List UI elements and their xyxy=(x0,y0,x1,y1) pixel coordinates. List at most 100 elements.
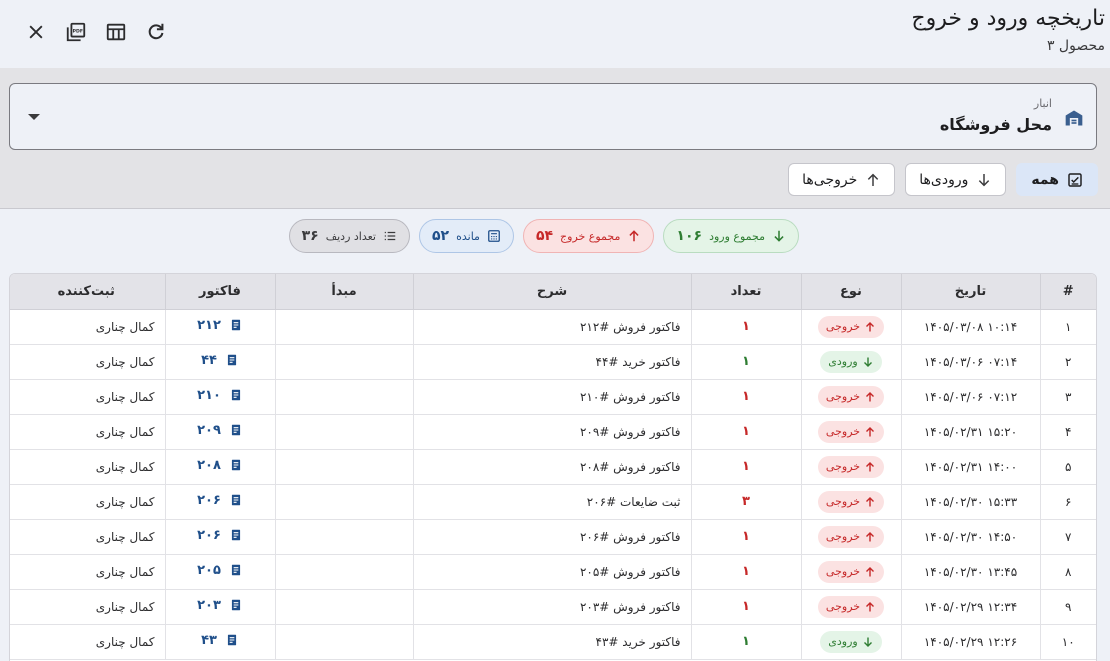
filter-out-label: خروجی‌ها xyxy=(802,171,858,188)
table-row[interactable]: ۸ ۱۳:۴۵ ۱۴۰۵/۰۲/۳۰ خروجی ۱ فاکتور فروش #۲۰۵ ۲… xyxy=(10,554,1096,590)
cell-index: ۵ xyxy=(1039,449,1096,485)
table-row[interactable]: ۷ ۱۴:۵۰ ۱۴۰۵/۰۲/۳۰ خروجی ۱ فاکتور فروش #۲۰۶ ۲… xyxy=(10,519,1096,555)
type-badge-label: خروجی xyxy=(825,565,861,578)
cell-invoice: ۲۱۰ xyxy=(164,379,275,415)
close-button[interactable] xyxy=(16,18,56,46)
cell-user: کمال چناری xyxy=(10,379,165,415)
receipt-icon xyxy=(227,355,237,366)
invoice-link[interactable]: ۲۰۳ xyxy=(197,598,243,613)
filter-out-button[interactable]: خروجی‌ها xyxy=(788,163,896,196)
calculator-icon xyxy=(488,230,500,242)
cell-qty: ۳ xyxy=(690,484,801,520)
cell-origin xyxy=(274,414,413,450)
cell-index: ۶ xyxy=(1039,484,1096,520)
refresh-icon xyxy=(148,23,164,40)
row-count-label: تعداد ردیف xyxy=(325,229,376,243)
column-header-type[interactable]: نوع xyxy=(800,274,901,310)
balance-label: مانده xyxy=(456,229,480,243)
cell-type: ورودی xyxy=(800,624,901,660)
table-row[interactable]: ۱۰ ۱۲:۲۶ ۱۴۰۵/۰۲/۲۹ ورودی ۱ فاکتور خرید #۴۳ ۴… xyxy=(10,624,1096,660)
refresh-button[interactable] xyxy=(136,18,176,46)
chevron-down-icon[interactable] xyxy=(28,114,40,120)
arrow-up-icon xyxy=(866,601,875,611)
invoice-link[interactable]: ۲۰۸ xyxy=(197,458,243,473)
header-toolbar: PDF xyxy=(16,18,176,46)
invoice-link[interactable]: ۲۰۶ xyxy=(197,528,243,543)
column-header-user[interactable]: ثبت‌کننده xyxy=(10,274,165,310)
receipt-icon xyxy=(231,565,240,576)
cell-date: ۰۷:۱۴ ۱۴۰۵/۰۳/۰۶ xyxy=(900,344,1040,380)
cell-user: کمال چناری xyxy=(10,554,165,590)
cell-desc: فاکتور فروش #۲۰۹ xyxy=(412,414,691,450)
arrow-down-icon xyxy=(863,637,872,647)
invoice-number: ۲۰۶ xyxy=(197,527,221,543)
filter-in-button[interactable]: ورودی‌ها xyxy=(905,163,1007,196)
arrow-up-icon xyxy=(866,496,875,506)
table-row[interactable]: ۲ ۰۷:۱۴ ۱۴۰۵/۰۳/۰۶ ورودی ۱ فاکتور خرید #۴۴ ۴۴… xyxy=(10,344,1096,380)
warehouse-icon xyxy=(1065,110,1083,126)
invoice-link[interactable]: ۲۰۹ xyxy=(197,423,243,438)
arrow-up-icon xyxy=(866,566,875,576)
cell-desc: فاکتور فروش #۲۰۸ xyxy=(412,449,691,485)
export-pdf-button[interactable]: PDF xyxy=(56,18,96,46)
column-header-desc[interactable]: شرح xyxy=(412,274,691,310)
cell-index: ۴ xyxy=(1039,414,1096,450)
cell-user: کمال چناری xyxy=(10,449,165,485)
table-row[interactable]: ۱ ۱۰:۱۴ ۱۴۰۵/۰۳/۰۸ خروجی ۱ فاکتور فروش #۲۱۲ ۲… xyxy=(10,309,1096,345)
cell-desc: فاکتور خرید #۴۳ xyxy=(412,624,691,660)
column-header-invoice[interactable]: فاکتور xyxy=(164,274,275,310)
columns-button[interactable] xyxy=(96,18,136,46)
receipt-icon xyxy=(227,635,237,646)
filter-group: همه ورودی‌ها خروجی‌ها xyxy=(788,163,1098,196)
type-badge-label: خروجی xyxy=(825,320,861,333)
cell-invoice: ۲۰۶ xyxy=(164,484,275,520)
receipt-icon xyxy=(231,425,240,436)
table-row[interactable]: ۹ ۱۲:۳۴ ۱۴۰۵/۰۲/۲۹ خروجی ۱ فاکتور فروش #۲۰۳ ۲… xyxy=(10,589,1096,625)
cell-date: ۱۵:۲۰ ۱۴۰۵/۰۲/۳۱ xyxy=(900,414,1040,450)
cell-qty: ۱ xyxy=(690,519,801,555)
invoice-number: ۴۳ xyxy=(201,632,217,648)
page-title: تاریخچه ورود و خروج xyxy=(911,6,1105,31)
invoice-link[interactable]: ۲۰۵ xyxy=(197,563,243,578)
warehouse-value: محل فروشگاه xyxy=(939,115,1052,134)
receipt-icon xyxy=(231,460,240,471)
cell-invoice: ۲۰۸ xyxy=(164,449,275,485)
filter-all-button[interactable]: همه xyxy=(1016,163,1098,196)
table-row[interactable]: ۳ ۰۷:۱۲ ۱۴۰۵/۰۳/۰۶ خروجی ۱ فاکتور فروش #۲۱۰ ۲… xyxy=(10,379,1096,415)
checklist-icon xyxy=(1068,172,1082,187)
receipt-icon xyxy=(231,390,240,401)
invoice-link[interactable]: ۲۰۶ xyxy=(197,493,243,508)
type-badge: خروجی xyxy=(817,525,885,548)
table-row[interactable]: ۴ ۱۵:۲۰ ۱۴۰۵/۰۲/۳۱ خروجی ۱ فاکتور فروش #۲۰۹ ۲… xyxy=(10,414,1096,450)
filter-in-label: ورودی‌ها xyxy=(919,171,969,188)
page-subtitle: محصول ۳ xyxy=(1046,38,1105,54)
invoice-link[interactable]: ۴۴ xyxy=(201,353,239,368)
total-in-value: ۱۰۶ xyxy=(676,228,703,244)
column-header-qty[interactable]: تعداد xyxy=(690,274,801,310)
invoice-link[interactable]: ۲۱۰ xyxy=(197,388,243,403)
warehouse-select[interactable]: انبار محل فروشگاه xyxy=(9,83,1097,150)
total-in-label: مجموع ورود xyxy=(709,229,765,243)
table-icon xyxy=(106,23,126,41)
close-icon xyxy=(29,25,43,39)
invoice-link[interactable]: ۴۳ xyxy=(201,633,239,648)
receipt-icon xyxy=(231,600,240,611)
cell-date: ۱۳:۴۵ ۱۴۰۵/۰۲/۳۰ xyxy=(900,554,1040,590)
table-row[interactable]: ۵ ۱۴:۰۰ ۱۴۰۵/۰۲/۳۱ خروجی ۱ فاکتور فروش #۲۰۸ ۲… xyxy=(10,449,1096,485)
cell-invoice: ۴۴ xyxy=(164,344,275,380)
total-out-value: ۵۴ xyxy=(535,228,554,244)
cell-origin xyxy=(274,379,413,415)
cell-qty: ۱ xyxy=(690,414,801,450)
type-badge-label: ورودی xyxy=(828,355,858,368)
arrow-up-icon xyxy=(868,173,879,186)
invoice-link[interactable]: ۲۱۲ xyxy=(197,318,243,333)
cell-date: ۱۴:۵۰ ۱۴۰۵/۰۲/۳۰ xyxy=(900,519,1040,555)
table-row[interactable]: ۶ ۱۵:۳۳ ۱۴۰۵/۰۲/۳۰ خروجی ۳ ثبت ضایعات #۲۰۶ ۲۰… xyxy=(10,484,1096,520)
column-header-origin[interactable]: مبدأ xyxy=(274,274,413,310)
column-header-date[interactable]: تاریخ xyxy=(900,274,1040,310)
type-badge: ورودی xyxy=(820,630,882,653)
cell-invoice: ۲۰۵ xyxy=(164,554,275,590)
type-badge: خروجی xyxy=(817,560,885,583)
page-header: تاریخچه ورود و خروج محصول ۳ PDF xyxy=(0,0,1110,68)
column-header-index[interactable]: # xyxy=(1039,274,1096,310)
